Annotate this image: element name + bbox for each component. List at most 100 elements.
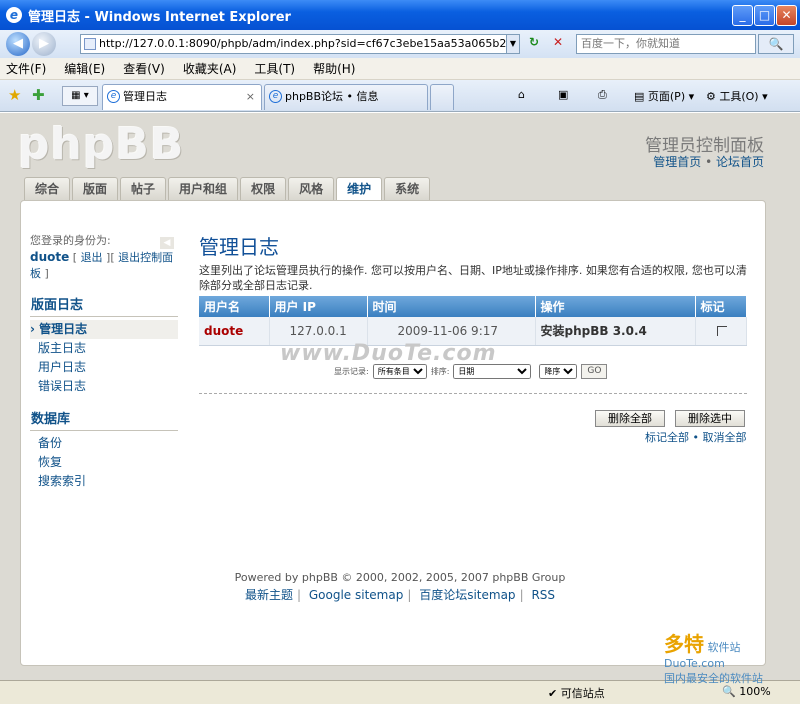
feeds-icon[interactable]: ▣ (558, 88, 568, 101)
tab-close-icon[interactable]: × (246, 85, 255, 109)
col-time: 时间 (367, 296, 536, 317)
page-description: 这里列出了论坛管理员执行的操作. 您可以按用户名、日期、IP地址或操作排序. 如… (199, 264, 747, 292)
back-button[interactable]: ◀ (6, 32, 30, 56)
menu-help[interactable]: 帮助(H) (313, 60, 355, 77)
row-mark-checkbox[interactable] (716, 325, 727, 336)
menu-file[interactable]: 文件(F) (6, 60, 46, 77)
window-title: 管理日志 - Windows Internet Explorer (28, 9, 291, 25)
menu-tools[interactable]: 工具(T) (254, 60, 295, 77)
log-table: 用户名 用户 IP 时间 操作 标记 duote 127.0.0.1 2009-… (199, 296, 747, 346)
page-content: phpBB 管理员控制面板 管理首页 • 论坛首页 综合 版面 帖子 用户和组 … (0, 113, 800, 680)
tab-posting[interactable]: 帖子 (120, 177, 167, 200)
tab-forums[interactable]: 版面 (72, 177, 119, 200)
add-favorite-icon[interactable]: ✚ (32, 86, 45, 104)
corner-logo-sub: 软件站 (707, 641, 741, 654)
window-titlebar: e 管理日志 - Windows Internet Explorer (0, 0, 800, 30)
col-action: 操作 (535, 296, 696, 317)
sidebar-item-error-log[interactable]: 错误日志 (30, 377, 178, 396)
corner-logo-title: 多特 (664, 632, 704, 656)
page-favicon-icon (84, 38, 96, 50)
page-menu[interactable]: ▤ 页面(P) ▾ (634, 88, 694, 104)
sidebar-item-admin-log[interactable]: › 管理日志 (30, 320, 178, 339)
link-separator: • (705, 155, 713, 169)
footer-link-latest[interactable]: 最新主题 (245, 588, 293, 602)
sidebar-item-label: 管理日志 (39, 322, 88, 336)
tab-general[interactable]: 综合 (24, 177, 71, 200)
tab-phpbb-info[interactable]: e phpBB论坛 • 信息 (264, 84, 428, 110)
forum-home-link[interactable]: 论坛首页 (716, 155, 764, 169)
tab-styles[interactable]: 风格 (288, 177, 335, 200)
tab-admin-log[interactable]: e 管理日志 × (102, 84, 262, 110)
forum-logs-menu: › 管理日志 版主日志 用户日志 错误日志 (30, 320, 178, 396)
footer-link-rss[interactable]: RSS (531, 588, 555, 602)
sidebar-item-restore[interactable]: 恢复 (30, 453, 178, 472)
row-username[interactable]: duote (199, 317, 270, 346)
print-icon[interactable]: ⎙ (598, 88, 607, 102)
menu-edit[interactable]: 编辑(E) (64, 60, 105, 77)
sidebar-item-backup[interactable]: 备份 (30, 434, 178, 453)
acp-home-link[interactable]: 管理首页 (653, 155, 701, 169)
sidebar-item-user-log[interactable]: 用户日志 (30, 358, 178, 377)
unmark-all-link[interactable]: 取消全部 (702, 431, 746, 444)
display-select[interactable]: 所有条目 (372, 364, 427, 379)
tab-permissions[interactable]: 权限 (240, 177, 287, 200)
duote-corner-logo: 多特 软件站 DuoTe.com 国内最安全的软件站 (664, 628, 800, 704)
logout-link[interactable]: 退出 (81, 251, 103, 264)
go-button[interactable]: GO (581, 364, 608, 379)
url-input[interactable]: http://127.0.0.1:8090/phpb/adm/index.php… (80, 34, 520, 54)
tab-system[interactable]: 系统 (384, 177, 431, 200)
delete-all-button[interactable]: 删除全部 (595, 410, 665, 427)
menu-favorites[interactable]: 收藏夹(A) (183, 60, 237, 77)
ie-logo-icon: e (6, 7, 22, 23)
logged-in-info: 您登录的身份为: duote [ 退出 ][ 退出控制面板 ] ◀ (30, 234, 174, 280)
col-mark: 标记 (695, 296, 747, 317)
divider (199, 393, 747, 394)
forward-button[interactable]: ▶ (32, 32, 56, 56)
display-label: 显示记录: (334, 367, 369, 376)
menu-view[interactable]: 查看(V) (123, 60, 165, 77)
tab-users-groups[interactable]: 用户和组 (168, 177, 239, 200)
section-title-forum-logs: 版面日志 (30, 294, 178, 317)
sort-dir-select[interactable]: 降序 (539, 364, 578, 379)
corner-logo-url: DuoTe.com (664, 657, 725, 670)
maximize-button[interactable]: □ (754, 5, 775, 26)
footer-link-baidu-sitemap[interactable]: 百度论坛sitemap (419, 588, 515, 602)
search-icon: 🔍 (768, 37, 784, 51)
sidebar: 您登录的身份为: duote [ 退出 ][ 退出控制面板 ] ◀ 版面日志 ›… (30, 233, 178, 491)
address-bar: ◀ ▶ http://127.0.0.1:8090/phpb/adm/index… (0, 30, 800, 58)
search-input[interactable]: 百度一下，你就知道 (576, 34, 756, 54)
acp-nav-tabs: 综合 版面 帖子 用户和组 权限 风格 维护 系统 (24, 177, 432, 202)
sidebar-item-mod-log[interactable]: 版主日志 (30, 339, 178, 358)
favorites-star-icon[interactable]: ★ (8, 86, 21, 104)
home-icon[interactable]: ⌂ (518, 88, 525, 101)
ie-page-icon: e (107, 90, 120, 103)
row-mark-cell (695, 317, 747, 346)
menu-bar: 文件(F) 编辑(E) 查看(V) 收藏夹(A) 工具(T) 帮助(H) (0, 58, 800, 80)
sort-label: 排序: (430, 367, 450, 376)
tab-label: 管理日志 (123, 90, 167, 103)
col-username: 用户名 (199, 296, 270, 317)
sort-key-select[interactable]: 日期 (453, 364, 532, 379)
col-user-ip: 用户 IP (269, 296, 368, 317)
new-tab-button[interactable] (430, 84, 454, 110)
database-menu: 备份 恢复 搜索索引 (30, 434, 178, 491)
mark-links: 标记全部 • 取消全部 (645, 431, 747, 444)
tools-menu[interactable]: ⚙ 工具(O) ▾ (706, 88, 768, 104)
close-button[interactable]: ✕ (776, 5, 797, 26)
refresh-icon[interactable]: ↻ (524, 35, 544, 53)
security-zone[interactable]: ✔ 可信站点 (548, 685, 605, 701)
search-button[interactable]: 🔍 (758, 34, 794, 54)
stop-icon[interactable]: ✕ (548, 35, 568, 53)
mark-all-link[interactable]: 标记全部 (645, 431, 689, 444)
url-dropdown-chevron-down-icon[interactable]: ▼ (506, 34, 520, 54)
acp-header-links: 管理首页 • 论坛首页 (653, 153, 764, 170)
quick-tabs-icon[interactable]: ▦ ▾ (62, 86, 98, 106)
footer-link-google-sitemap[interactable]: Google sitemap (309, 588, 403, 602)
tab-bar: ★ ✚ ▦ ▾ e 管理日志 × e phpBB论坛 • 信息 ⌂ ▣ ⎙ ▤ … (0, 80, 800, 112)
sidebar-item-search-index[interactable]: 搜索索引 (30, 472, 178, 491)
collapse-sidebar-icon[interactable]: ◀ (160, 237, 174, 249)
minimize-button[interactable]: _ (732, 5, 753, 26)
tab-maintenance[interactable]: 维护 (336, 177, 383, 202)
delete-selected-button[interactable]: 删除选中 (675, 410, 745, 427)
row-action: 安装phpBB 3.0.4 (535, 317, 696, 346)
